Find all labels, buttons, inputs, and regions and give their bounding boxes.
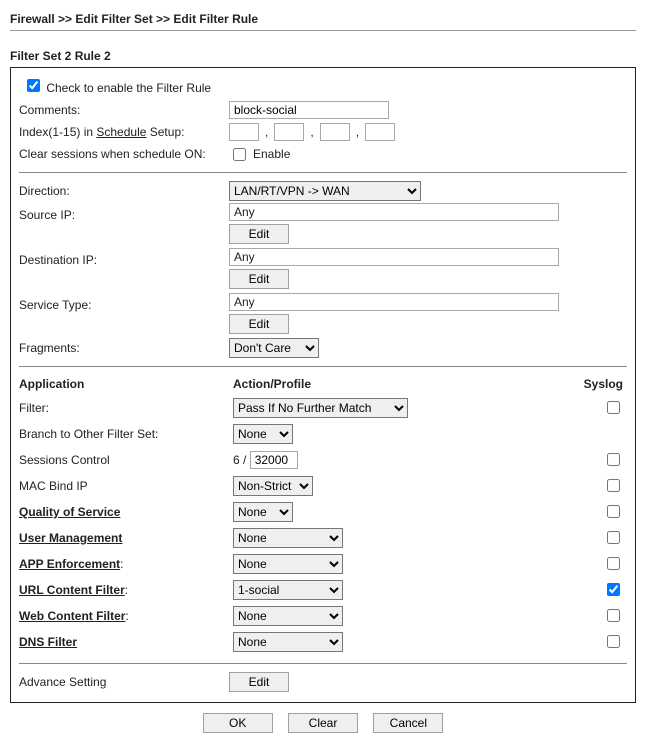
footer-buttons: OK Clear Cancel bbox=[10, 713, 636, 733]
advance-label: Advance Setting bbox=[19, 672, 229, 692]
webcf-link[interactable]: Web Content Filter bbox=[19, 609, 125, 623]
index-label-pre: Index(1-15) in bbox=[19, 125, 96, 139]
index-label-post: Setup: bbox=[146, 125, 184, 139]
comments-label: Comments: bbox=[19, 100, 229, 120]
row-usermgmt: User Management None bbox=[19, 525, 627, 551]
app-table: Application Action/Profile Syslog Filter… bbox=[19, 375, 627, 655]
service-type-edit-button[interactable]: Edit bbox=[229, 314, 289, 334]
divider-2 bbox=[19, 366, 627, 367]
usermgmt-link[interactable]: User Management bbox=[19, 531, 122, 545]
header-action-profile: Action/Profile bbox=[233, 375, 568, 395]
destination-ip-edit-button[interactable]: Edit bbox=[229, 269, 289, 289]
dnsf-syslog-checkbox[interactable] bbox=[607, 635, 620, 648]
usermgmt-select[interactable]: None bbox=[233, 528, 343, 548]
clear-button[interactable]: Clear bbox=[288, 713, 358, 733]
urlcf-link[interactable]: URL Content Filter bbox=[19, 583, 125, 597]
clear-sessions-checkbox[interactable] bbox=[233, 148, 246, 161]
dnsf-link[interactable]: DNS Filter bbox=[19, 635, 77, 649]
source-ip-label: Source IP: bbox=[19, 203, 229, 225]
divider-1 bbox=[19, 172, 627, 173]
urlcf-select[interactable]: 1-social bbox=[233, 580, 343, 600]
page-title: Filter Set 2 Rule 2 bbox=[10, 49, 636, 63]
row-branch: Branch to Other Filter Set: None bbox=[19, 421, 627, 447]
fragments-label: Fragments: bbox=[19, 338, 229, 358]
schedule-link[interactable]: Schedule bbox=[96, 125, 146, 139]
comments-input[interactable] bbox=[229, 101, 389, 119]
index-1-input[interactable] bbox=[229, 123, 259, 141]
destination-ip-label: Destination IP: bbox=[19, 248, 229, 270]
row-sessions: Sessions Control 6 / bbox=[19, 447, 627, 473]
sessions-current: 6 bbox=[233, 453, 240, 467]
row-filter: Filter: Pass If No Further Match bbox=[19, 395, 627, 421]
appe-link[interactable]: APP Enforcement bbox=[19, 557, 120, 571]
clear-sessions-label: Clear sessions when schedule ON: bbox=[19, 144, 229, 164]
urlcf-syslog-checkbox[interactable] bbox=[607, 583, 620, 596]
branch-select[interactable]: None bbox=[233, 424, 293, 444]
qos-select[interactable]: None bbox=[233, 502, 293, 522]
row-macbind: MAC Bind IP Non-Strict bbox=[19, 473, 627, 499]
webcf-select[interactable]: None bbox=[233, 606, 343, 626]
row-webcf: Web Content Filter: None bbox=[19, 603, 627, 629]
cancel-button[interactable]: Cancel bbox=[373, 713, 443, 733]
row-appe: APP Enforcement: None bbox=[19, 551, 627, 577]
clear-sessions-option-label: Enable bbox=[253, 147, 290, 161]
filter-syslog-checkbox[interactable] bbox=[607, 401, 620, 414]
enable-label: Check to enable the Filter Rule bbox=[46, 81, 211, 95]
header-application: Application bbox=[19, 375, 233, 395]
service-type-value: Any bbox=[229, 293, 559, 311]
sessions-max-input[interactable] bbox=[250, 451, 298, 469]
macbind-select[interactable]: Non-Strict bbox=[233, 476, 313, 496]
index-4-input[interactable] bbox=[365, 123, 395, 141]
direction-label: Direction: bbox=[19, 181, 229, 201]
enable-checkbox[interactable] bbox=[27, 79, 40, 92]
usermgmt-syslog-checkbox[interactable] bbox=[607, 531, 620, 544]
filter-select[interactable]: Pass If No Further Match bbox=[233, 398, 408, 418]
header-syslog: Syslog bbox=[568, 375, 627, 395]
dnsf-select[interactable]: None bbox=[233, 632, 343, 652]
webcf-syslog-checkbox[interactable] bbox=[607, 609, 620, 622]
sessions-syslog-checkbox[interactable] bbox=[607, 453, 620, 466]
qos-link[interactable]: Quality of Service bbox=[19, 505, 120, 519]
row-qos: Quality of Service None bbox=[19, 499, 627, 525]
source-ip-value: Any bbox=[229, 203, 559, 221]
index-3-input[interactable] bbox=[320, 123, 350, 141]
row-dnsf: DNS Filter None bbox=[19, 629, 627, 655]
index-2-input[interactable] bbox=[274, 123, 304, 141]
divider-3 bbox=[19, 663, 627, 664]
row-urlcf: URL Content Filter: 1-social bbox=[19, 577, 627, 603]
rule-box: Check to enable the Filter Rule Comments… bbox=[10, 67, 636, 703]
ok-button[interactable]: OK bbox=[203, 713, 273, 733]
destination-ip-value: Any bbox=[229, 248, 559, 266]
service-type-label: Service Type: bbox=[19, 293, 229, 315]
appe-select[interactable]: None bbox=[233, 554, 343, 574]
direction-select[interactable]: LAN/RT/VPN -> WAN bbox=[229, 181, 421, 201]
advance-edit-button[interactable]: Edit bbox=[229, 672, 289, 692]
source-ip-edit-button[interactable]: Edit bbox=[229, 224, 289, 244]
qos-syslog-checkbox[interactable] bbox=[607, 505, 620, 518]
breadcrumb: Firewall >> Edit Filter Set >> Edit Filt… bbox=[10, 12, 636, 31]
macbind-syslog-checkbox[interactable] bbox=[607, 479, 620, 492]
appe-syslog-checkbox[interactable] bbox=[607, 557, 620, 570]
fragments-select[interactable]: Don't Care bbox=[229, 338, 319, 358]
